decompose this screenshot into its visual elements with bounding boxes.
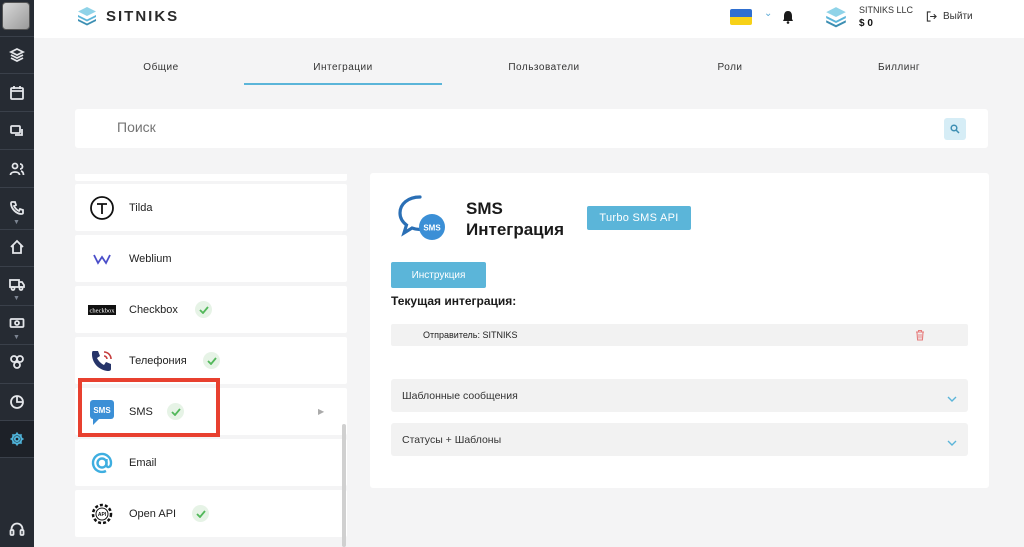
integration-item-tilda[interactable]: Tilda — [75, 184, 347, 231]
top-header: SITNIKS ⌄ SITNIKS LLC $ 0 Выйти — [34, 0, 1024, 38]
layers-icon[interactable] — [6, 44, 28, 66]
language-flag-icon[interactable] — [730, 9, 752, 25]
integration-label: Weblium — [129, 252, 172, 265]
headset-icon[interactable] — [6, 518, 28, 540]
accordion-label: Шаблонные сообщения — [402, 390, 518, 402]
page-title: SMS Интеграция — [466, 198, 564, 240]
integration-item-open-api[interactable]: API Open API — [75, 490, 347, 537]
integration-label: Tilda — [129, 201, 153, 214]
tab-general[interactable]: Общие — [122, 62, 200, 73]
list-scrollbar[interactable] — [342, 424, 346, 547]
active-tab-indicator — [244, 83, 442, 85]
check-icon — [195, 301, 212, 318]
divider — [0, 36, 34, 37]
integration-label: Checkbox — [129, 303, 178, 316]
shapes-icon[interactable] — [6, 351, 28, 373]
cash-icon[interactable] — [6, 312, 28, 334]
tab-integrations[interactable]: Интеграции — [293, 62, 393, 73]
divider — [0, 187, 34, 188]
chevron-down-icon — [947, 390, 957, 408]
chevron-right-icon: ▶ — [318, 407, 325, 416]
divider — [0, 111, 34, 112]
truck-icon[interactable] — [6, 273, 28, 295]
logout-icon — [926, 11, 937, 22]
tab-roles[interactable]: Роли — [695, 62, 765, 73]
search-icon — [950, 124, 960, 134]
calendar-icon[interactable] — [6, 82, 28, 104]
sender-row: Отправитель: SITNIKS — [391, 324, 968, 346]
provider-button[interactable]: Turbo SMS API — [587, 206, 691, 230]
divider — [0, 344, 34, 345]
accordion-statuses-templates[interactable]: Статусы + Шаблоны — [391, 423, 968, 456]
search-bar — [75, 109, 988, 148]
check-icon — [203, 352, 220, 369]
logout-label: Выйти — [943, 11, 973, 22]
brand-logo[interactable]: SITNIKS — [76, 5, 179, 27]
checkbox-logo-text: checkbox — [90, 307, 116, 314]
email-logo-icon — [87, 448, 117, 478]
logout-button[interactable]: Выйти — [926, 11, 973, 22]
title-line-2: Интеграция — [466, 220, 565, 239]
sender-text: Отправитель: SITNIKS — [423, 330, 518, 340]
tab-users[interactable]: Пользователи — [489, 62, 599, 73]
current-integration-label: Текущая интеграция: — [391, 294, 517, 308]
list-item[interactable] — [75, 174, 347, 181]
search-button[interactable] — [944, 118, 966, 140]
divider — [0, 457, 34, 458]
integration-label: Телефония — [129, 354, 187, 367]
sms-chat-icon: SMS — [396, 193, 448, 248]
check-icon — [192, 505, 209, 522]
integration-item-weblium[interactable]: Weblium — [75, 235, 347, 282]
divider — [0, 266, 34, 267]
company-balance: $ 0 — [859, 18, 873, 29]
checkbox-logo-icon: checkbox — [87, 295, 117, 325]
instruction-button[interactable]: Инструкция — [391, 262, 486, 288]
divider — [0, 229, 34, 230]
integration-detail-panel: SMS SMS Интеграция Turbo SMS API Инструк… — [370, 173, 989, 488]
chevron-down-icon: ▼ — [13, 334, 20, 341]
trash-icon[interactable] — [915, 328, 925, 346]
company-name[interactable]: SITNIKS LLC — [859, 5, 913, 15]
highlight-box — [78, 378, 220, 437]
integration-label: Open API — [129, 507, 177, 520]
pie-chart-icon[interactable] — [6, 391, 28, 413]
integration-item-telephony[interactable]: Телефония — [75, 337, 347, 384]
company-logo-icon[interactable] — [824, 5, 848, 34]
telephony-logo-icon — [87, 346, 117, 376]
integration-item-checkbox[interactable]: checkbox Checkbox — [75, 286, 347, 333]
divider — [0, 73, 34, 74]
gear-icon[interactable] — [0, 421, 34, 457]
settings-tabs: Общие Интеграции Пользователи Роли Билли… — [34, 38, 1024, 86]
divider — [0, 305, 34, 306]
api-logo-icon: API — [87, 499, 117, 529]
sidebar: ▼ ▼ ▼ — [0, 0, 34, 547]
integration-item-email[interactable]: Email — [75, 439, 347, 486]
search-input[interactable] — [117, 119, 517, 135]
chevron-down-icon: ▼ — [13, 219, 20, 226]
bell-icon[interactable] — [782, 10, 794, 29]
chat-icon[interactable] — [6, 120, 28, 142]
sitniks-logo-icon — [78, 7, 96, 26]
divider — [0, 149, 34, 150]
sms-chat-text: SMS — [423, 224, 441, 233]
avatar[interactable] — [2, 2, 30, 30]
accordion-template-messages[interactable]: Шаблонные сообщения — [391, 379, 968, 412]
title-line-1: SMS — [466, 199, 503, 218]
integration-label: Email — [129, 456, 157, 469]
home-icon[interactable] — [6, 236, 28, 258]
tab-billing[interactable]: Биллинг — [859, 62, 939, 73]
users-icon[interactable] — [6, 158, 28, 180]
chevron-down-icon[interactable]: ⌄ — [764, 8, 772, 19]
divider — [0, 383, 34, 384]
brand-name: SITNIKS — [106, 7, 180, 25]
phone-icon[interactable] — [6, 197, 28, 219]
integration-list: Tilda Weblium checkbox Checkbox Телефони… — [75, 174, 347, 547]
chevron-down-icon — [947, 434, 957, 452]
accordion-label: Статусы + Шаблоны — [402, 434, 502, 446]
api-logo-text: API — [98, 512, 107, 518]
tilda-logo-icon — [87, 193, 117, 223]
chevron-down-icon: ▼ — [13, 295, 20, 302]
weblium-logo-icon — [87, 244, 117, 274]
